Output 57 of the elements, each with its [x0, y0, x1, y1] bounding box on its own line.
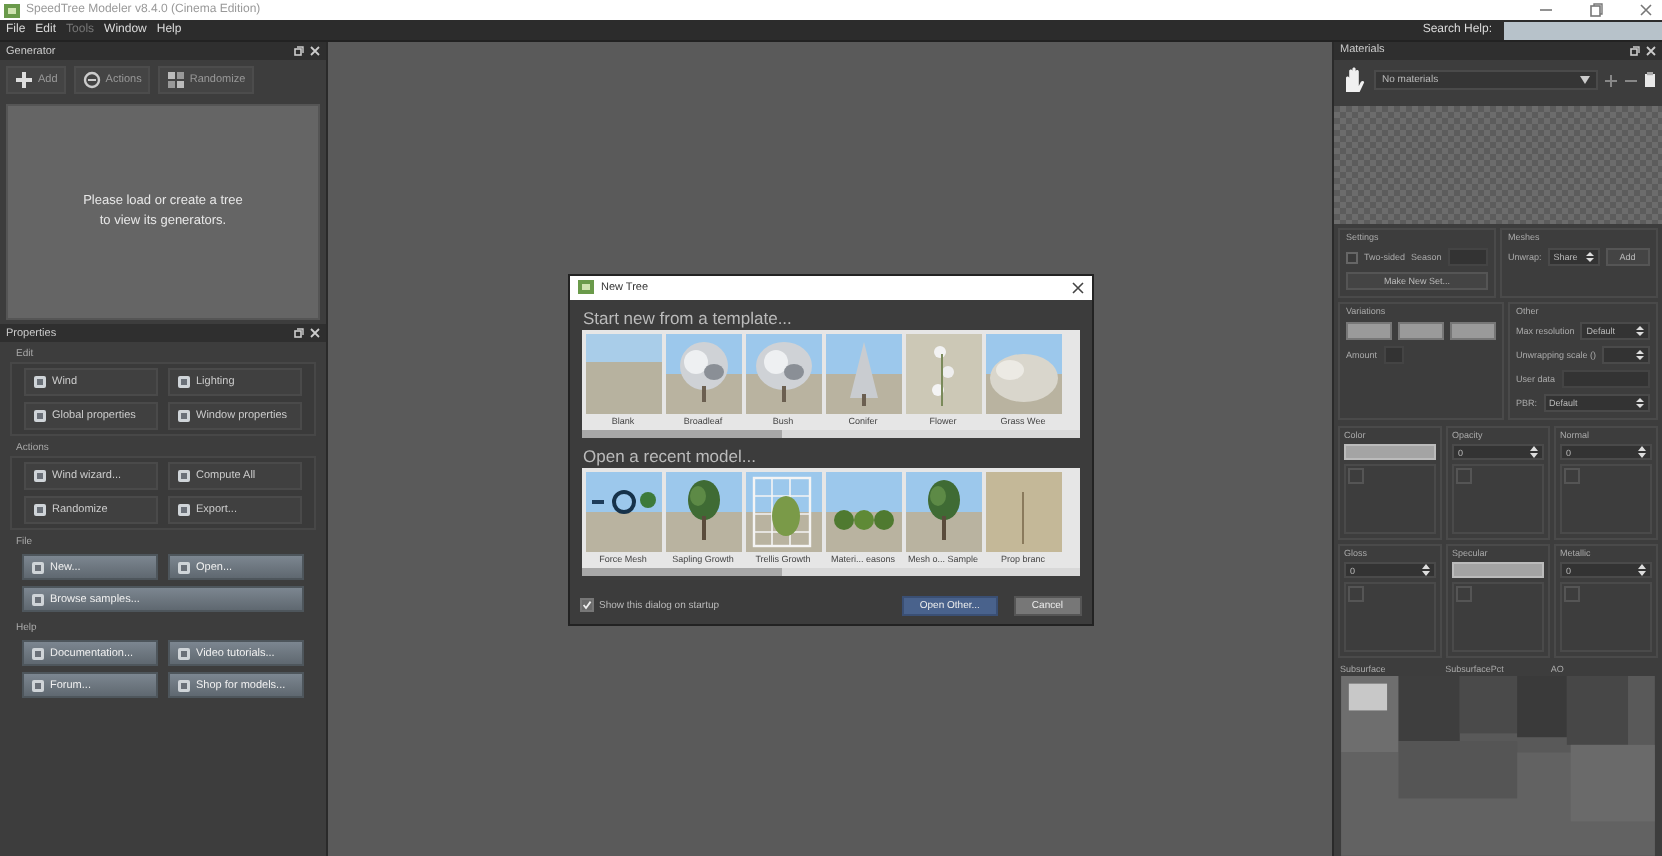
square-icon	[32, 679, 44, 691]
square-icon	[178, 561, 190, 573]
color-swatch[interactable]	[1450, 322, 1496, 341]
square-icon	[34, 504, 46, 516]
square-icon	[34, 376, 46, 388]
float-icon[interactable]	[294, 328, 304, 338]
number-field[interactable]	[1602, 346, 1651, 365]
restore-icon[interactable]	[1588, 2, 1604, 18]
app-icon	[4, 3, 20, 17]
close-icon[interactable]	[1638, 2, 1654, 18]
spin-arrows-icon	[1422, 564, 1430, 577]
float-icon[interactable]	[1630, 45, 1640, 56]
plus-icon	[14, 70, 34, 90]
grid-icon	[165, 70, 186, 90]
spin-arrows-icon	[1638, 564, 1646, 577]
texture-thumbnail[interactable]	[1564, 586, 1580, 603]
scrollbar-thumb[interactable]	[581, 429, 781, 437]
checkbox[interactable]	[1346, 251, 1358, 264]
spin-arrows-icon	[1530, 446, 1538, 459]
spin-arrows-icon	[1636, 326, 1645, 337]
texture-thumbnail[interactable]	[1456, 586, 1472, 603]
scrollbar-thumb[interactable]	[581, 567, 781, 575]
app-icon	[577, 280, 593, 294]
square-icon	[32, 647, 44, 659]
section-heading: Start new from a template...	[581, 305, 794, 329]
spin-arrows-icon	[1585, 252, 1594, 263]
color-swatch[interactable]	[1398, 322, 1444, 341]
circle-icon	[81, 70, 102, 90]
spin-arrows-icon	[1636, 398, 1645, 409]
texture-thumbnail[interactable]	[1564, 468, 1580, 485]
float-icon[interactable]	[294, 46, 304, 56]
color-swatch[interactable]	[1346, 322, 1392, 341]
square-icon	[178, 376, 190, 388]
square-icon	[178, 679, 190, 691]
texture-thumbnail[interactable]	[1348, 586, 1364, 603]
square-icon	[34, 470, 46, 482]
spin-arrows-icon	[1638, 446, 1646, 459]
checkbox[interactable]	[579, 598, 593, 612]
square-icon	[178, 504, 190, 516]
spin-arrows-icon	[1636, 350, 1645, 361]
square-icon	[32, 593, 44, 605]
color-swatch[interactable]	[1452, 562, 1544, 579]
square-icon	[32, 561, 44, 573]
square-icon	[178, 470, 190, 482]
color-swatch[interactable]	[1344, 444, 1436, 461]
texture-thumbnail[interactable]	[1456, 468, 1472, 485]
square-icon	[34, 410, 46, 422]
square-icon	[178, 647, 190, 659]
dropdown-arrow-icon	[1580, 76, 1590, 85]
plus-icon[interactable]	[1604, 73, 1618, 88]
close-icon[interactable]	[1071, 281, 1083, 293]
square-icon	[178, 410, 190, 422]
search-help-field[interactable]	[1504, 21, 1662, 39]
clipboard-icon[interactable]	[1644, 72, 1656, 89]
hand-icon[interactable]	[1340, 66, 1368, 95]
texture-thumbnail[interactable]	[1348, 468, 1364, 485]
section-heading: Open a recent model...	[581, 443, 758, 467]
